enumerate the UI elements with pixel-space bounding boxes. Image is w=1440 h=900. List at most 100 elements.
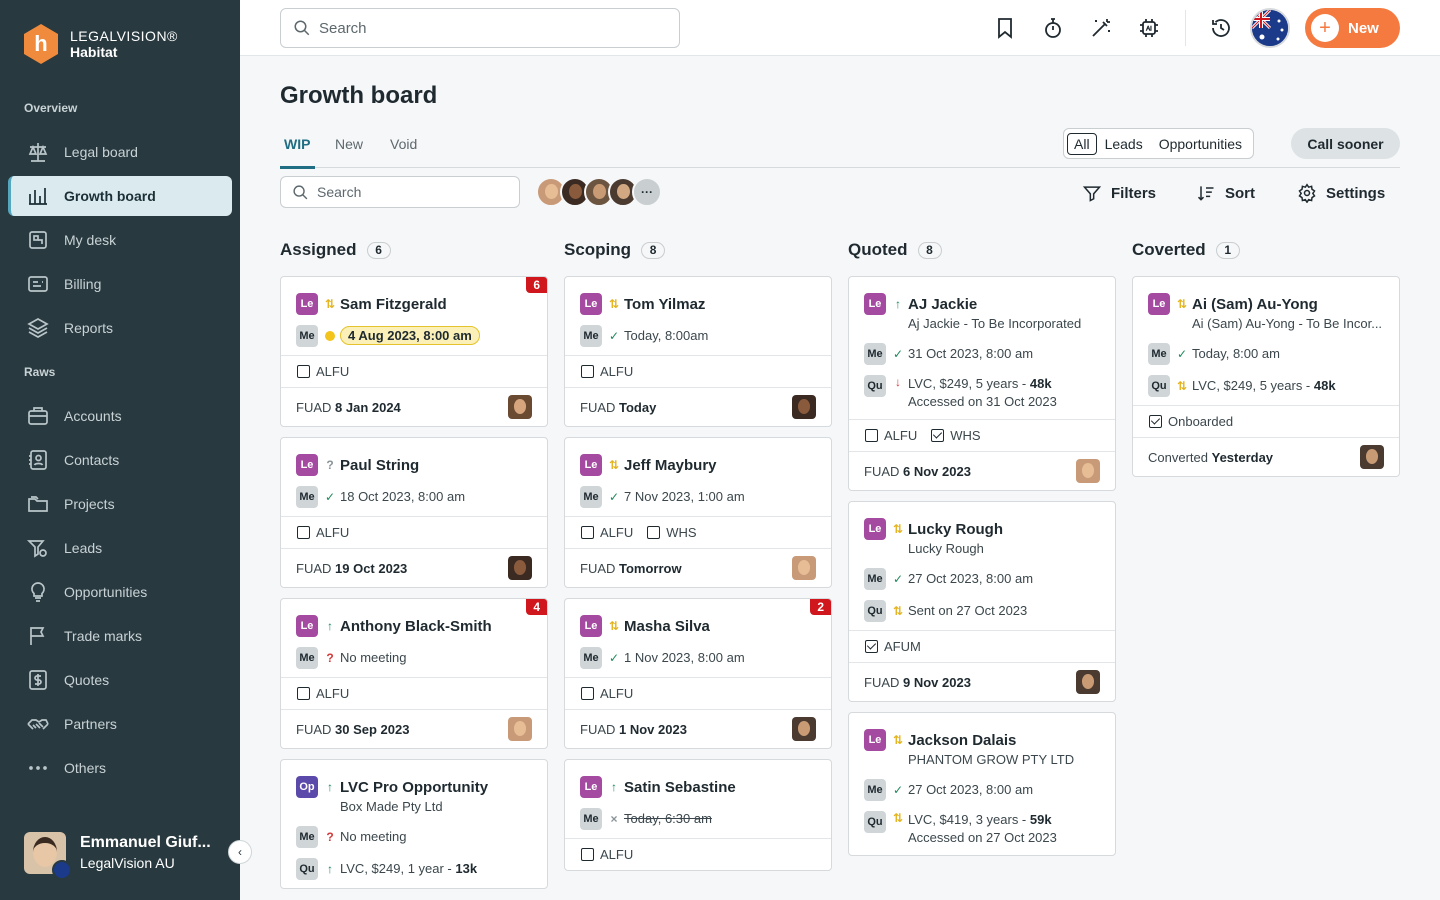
checkbox[interactable] (931, 429, 945, 442)
card-name[interactable]: LVC Pro Opportunity (340, 779, 488, 796)
sort-button[interactable]: Sort (1196, 183, 1255, 203)
board-card[interactable]: Le? Paul String Me ✓ 18 Oct 2023, 8:00 am ALF… (280, 437, 548, 588)
more-avatars-button[interactable]: ··· (632, 177, 662, 207)
board-search-input[interactable] (317, 184, 507, 200)
board-card[interactable]: Op ↑ LVC Pro Opportunity Box Made Pty Ltd Me… (280, 759, 548, 889)
board-card[interactable]: 4 Le ↑ Anthony Black-Smith Me? No meeting ALFU… (280, 598, 548, 749)
board-card[interactable]: Le ⇅ Jackson Dalais PHANTOM GROW PTY LTD Me ✓… (848, 712, 1116, 856)
new-button[interactable]: + New (1305, 8, 1400, 48)
card-name[interactable]: Jackson Dalais (908, 732, 1016, 749)
assignee-avatar[interactable] (1076, 459, 1100, 483)
settings-button[interactable]: Settings (1297, 183, 1385, 203)
checkbox[interactable] (297, 526, 310, 539)
filters-button[interactable]: Filters (1082, 183, 1156, 203)
board-card[interactable]: 6 Le ⇅ Sam Fitzgerald Me 4 Aug 2023, 8:00 am A… (280, 276, 548, 427)
tab-new[interactable]: New (335, 136, 363, 152)
column-title: Assigned (280, 240, 357, 259)
column-header: Quoted 8 (848, 240, 942, 260)
card-name[interactable]: Masha Silva (624, 618, 710, 635)
board-card[interactable]: Le ↑ Satin Sebastine Me × Today, 6:30 am ALFU (564, 759, 832, 871)
record-type-tag: Le (580, 776, 602, 798)
footer-value: 8 Jan 2024 (335, 399, 401, 415)
assignee-avatar[interactable] (1360, 445, 1384, 469)
row-type-tag: Me (580, 647, 602, 669)
sidebar-item-legal-board[interactable]: Legal board (8, 132, 232, 172)
sidebar-item-growth-board[interactable]: Growth board (8, 176, 232, 216)
collapse-sidebar-button[interactable]: ‹ (228, 840, 252, 864)
segment-leads[interactable]: Leads (1097, 133, 1151, 155)
sidebar-item-opportunities[interactable]: Opportunities (8, 572, 232, 612)
card-subtitle: Aj Jackie - To Be Incorporated (908, 316, 1082, 331)
checkbox[interactable] (581, 687, 594, 700)
ai-button[interactable]: AI (1133, 12, 1165, 44)
card-name[interactable]: Jeff Maybury (624, 457, 717, 474)
assignee-avatar[interactable] (792, 556, 816, 580)
board-card[interactable]: Le ⇅ Ai (Sam) Au-Yong Ai (Sam) Au-Yong - To… (1132, 276, 1400, 477)
bookmark-button[interactable] (989, 12, 1021, 44)
card-name[interactable]: Sam Fitzgerald (340, 296, 447, 313)
sidebar-item-billing[interactable]: Billing (8, 264, 232, 304)
assignee-avatar[interactable] (1076, 670, 1100, 694)
checkbox[interactable] (297, 687, 310, 700)
card-name[interactable]: Lucky Rough (908, 521, 1003, 538)
footer-label: FUAD (296, 721, 332, 737)
sidebar-item-partners[interactable]: Partners (8, 704, 232, 744)
section-overview: Overview (24, 101, 78, 115)
row-type-tag: Me (1148, 343, 1170, 365)
assignee-avatar[interactable] (508, 717, 532, 741)
checkbox[interactable] (581, 365, 594, 378)
tab-wip[interactable]: WIP (284, 136, 310, 152)
tab-void[interactable]: Void (390, 136, 417, 152)
bulb-icon (31, 582, 45, 602)
board-card[interactable]: Le ⇅ Jeff Maybury Me ✓ 7 Nov 2023, 1:00 am ALF… (564, 437, 832, 588)
card-name[interactable]: Ai (Sam) Au-Yong (1192, 296, 1318, 313)
assignee-avatar[interactable] (792, 395, 816, 419)
checkbox[interactable] (1149, 415, 1162, 428)
checkbox[interactable] (647, 526, 661, 539)
user-profile[interactable]: Emmanuel Giuf... LegalVision AU (24, 832, 211, 880)
history-button[interactable] (1205, 12, 1237, 44)
card-name[interactable]: AJ Jackie (908, 296, 977, 313)
board-card[interactable]: 2 Le ⇅ Masha Silva Me ✓ 1 Nov 2023, 8:00 am ALF… (564, 598, 832, 749)
checkbox[interactable] (865, 640, 878, 653)
column-header: Coverted 1 (1132, 240, 1240, 260)
checkbox[interactable] (581, 848, 594, 861)
sidebar-item-contacts[interactable]: Contacts (8, 440, 232, 480)
call-sooner-button[interactable]: Call sooner (1291, 128, 1400, 159)
search-input[interactable] (319, 19, 659, 37)
checkbox[interactable] (297, 365, 310, 378)
timer-button[interactable] (1037, 12, 1069, 44)
board-card[interactable]: Le ⇅ Lucky Rough Lucky Rough Me ✓ 27 Oct 2023,… (848, 501, 1116, 702)
region-flag-button[interactable] (1250, 8, 1290, 48)
sidebar-item-quotes[interactable]: Quotes (8, 660, 232, 700)
sidebar-item-label: Others (64, 760, 107, 776)
checkbox-label: ALFU (884, 428, 918, 443)
checkbox[interactable] (865, 429, 878, 442)
record-type-tag: Le (296, 615, 318, 637)
assignee-avatar[interactable] (508, 395, 532, 419)
card-name[interactable]: Paul String (340, 457, 419, 474)
footer-value: Yesterday (1211, 449, 1274, 465)
sidebar-item-projects[interactable]: Projects (8, 484, 232, 524)
sidebar-item-leads[interactable]: Leads (8, 528, 232, 568)
board-card[interactable]: Le ↑ AJ Jackie Aj Jackie - To Be Incorporat… (848, 276, 1116, 491)
checkbox[interactable] (581, 526, 594, 539)
assignee-avatar[interactable] (508, 556, 532, 580)
sidebar-item-others[interactable]: Others (8, 748, 232, 788)
assignee-avatar[interactable] (792, 717, 816, 741)
global-search[interactable] (280, 8, 680, 48)
row-text: 31 Oct 2023, 8:00 am (908, 346, 1034, 361)
segment-opportunities[interactable]: Opportunities (1151, 133, 1250, 155)
sidebar-item-my-desk[interactable]: My desk (8, 220, 232, 260)
sidebar-item-trade-marks[interactable]: Trade marks (8, 616, 232, 656)
card-name[interactable]: Tom Yilmaz (624, 296, 705, 313)
sidebar-item-reports[interactable]: Reports (8, 308, 232, 348)
board-card[interactable]: Le ⇅ Tom Yilmaz Me ✓ Today, 8:00am ALFU FUAD To… (564, 276, 832, 427)
sidebar-item-accounts[interactable]: Accounts (8, 396, 232, 436)
segment-all[interactable]: All (1067, 132, 1097, 155)
magic-button[interactable] (1085, 12, 1117, 44)
board-search[interactable] (280, 176, 520, 208)
brand[interactable]: h LEGALVISION® Habitat (24, 24, 178, 64)
card-name[interactable]: Anthony Black-Smith (340, 618, 492, 635)
card-name[interactable]: Satin Sebastine (624, 779, 736, 796)
